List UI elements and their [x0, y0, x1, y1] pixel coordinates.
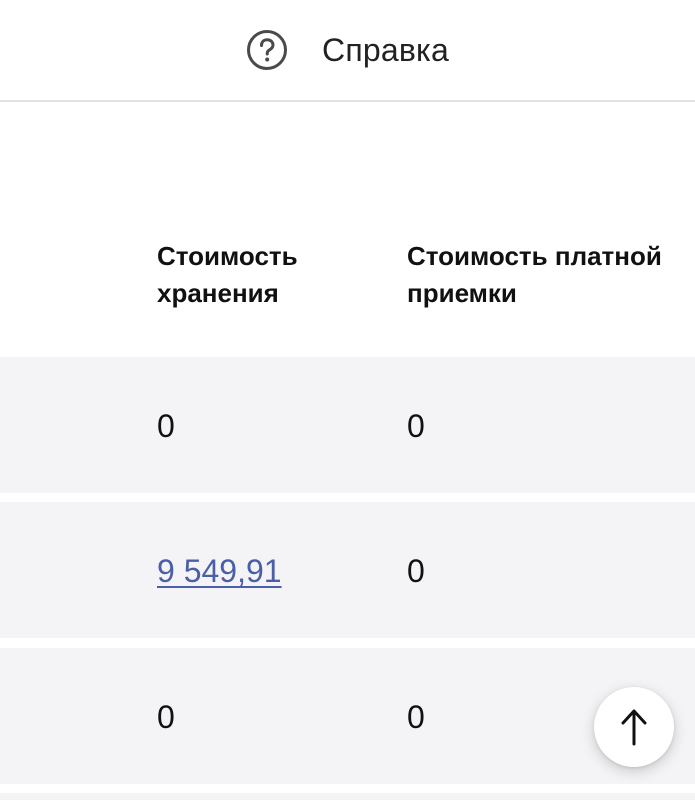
table-row: 0 0 [0, 357, 695, 493]
storage-cost-cell: 0 [157, 408, 175, 444]
paid-acceptance-cost-cell: 0 [407, 553, 425, 589]
paid-acceptance-cost-cell: 0 [407, 408, 425, 444]
report-page: Справка Стоимость хранения Стоимость пла… [0, 0, 695, 800]
table-row: 9 549,91 0 [0, 502, 695, 638]
help-label: Справка [322, 31, 449, 68]
table-row: 0 0 [0, 648, 695, 784]
paid-acceptance-cost-cell: 0 [407, 699, 425, 735]
storage-cost-cell: 0 [157, 699, 175, 735]
storage-cost-link[interactable]: 9 549,91 [157, 552, 282, 590]
help-link[interactable]: Справка [246, 29, 449, 71]
help-circle-icon [247, 30, 288, 70]
column-header-storage-cost: Стоимость хранения [157, 241, 298, 308]
column-header-paid-acceptance-cost: Стоимость платной приемки [407, 241, 662, 308]
scroll-to-top-button[interactable] [594, 687, 674, 767]
table-row-partial [0, 793, 695, 800]
arrow-up-icon [621, 709, 647, 746]
top-bar: Справка [0, 0, 695, 102]
